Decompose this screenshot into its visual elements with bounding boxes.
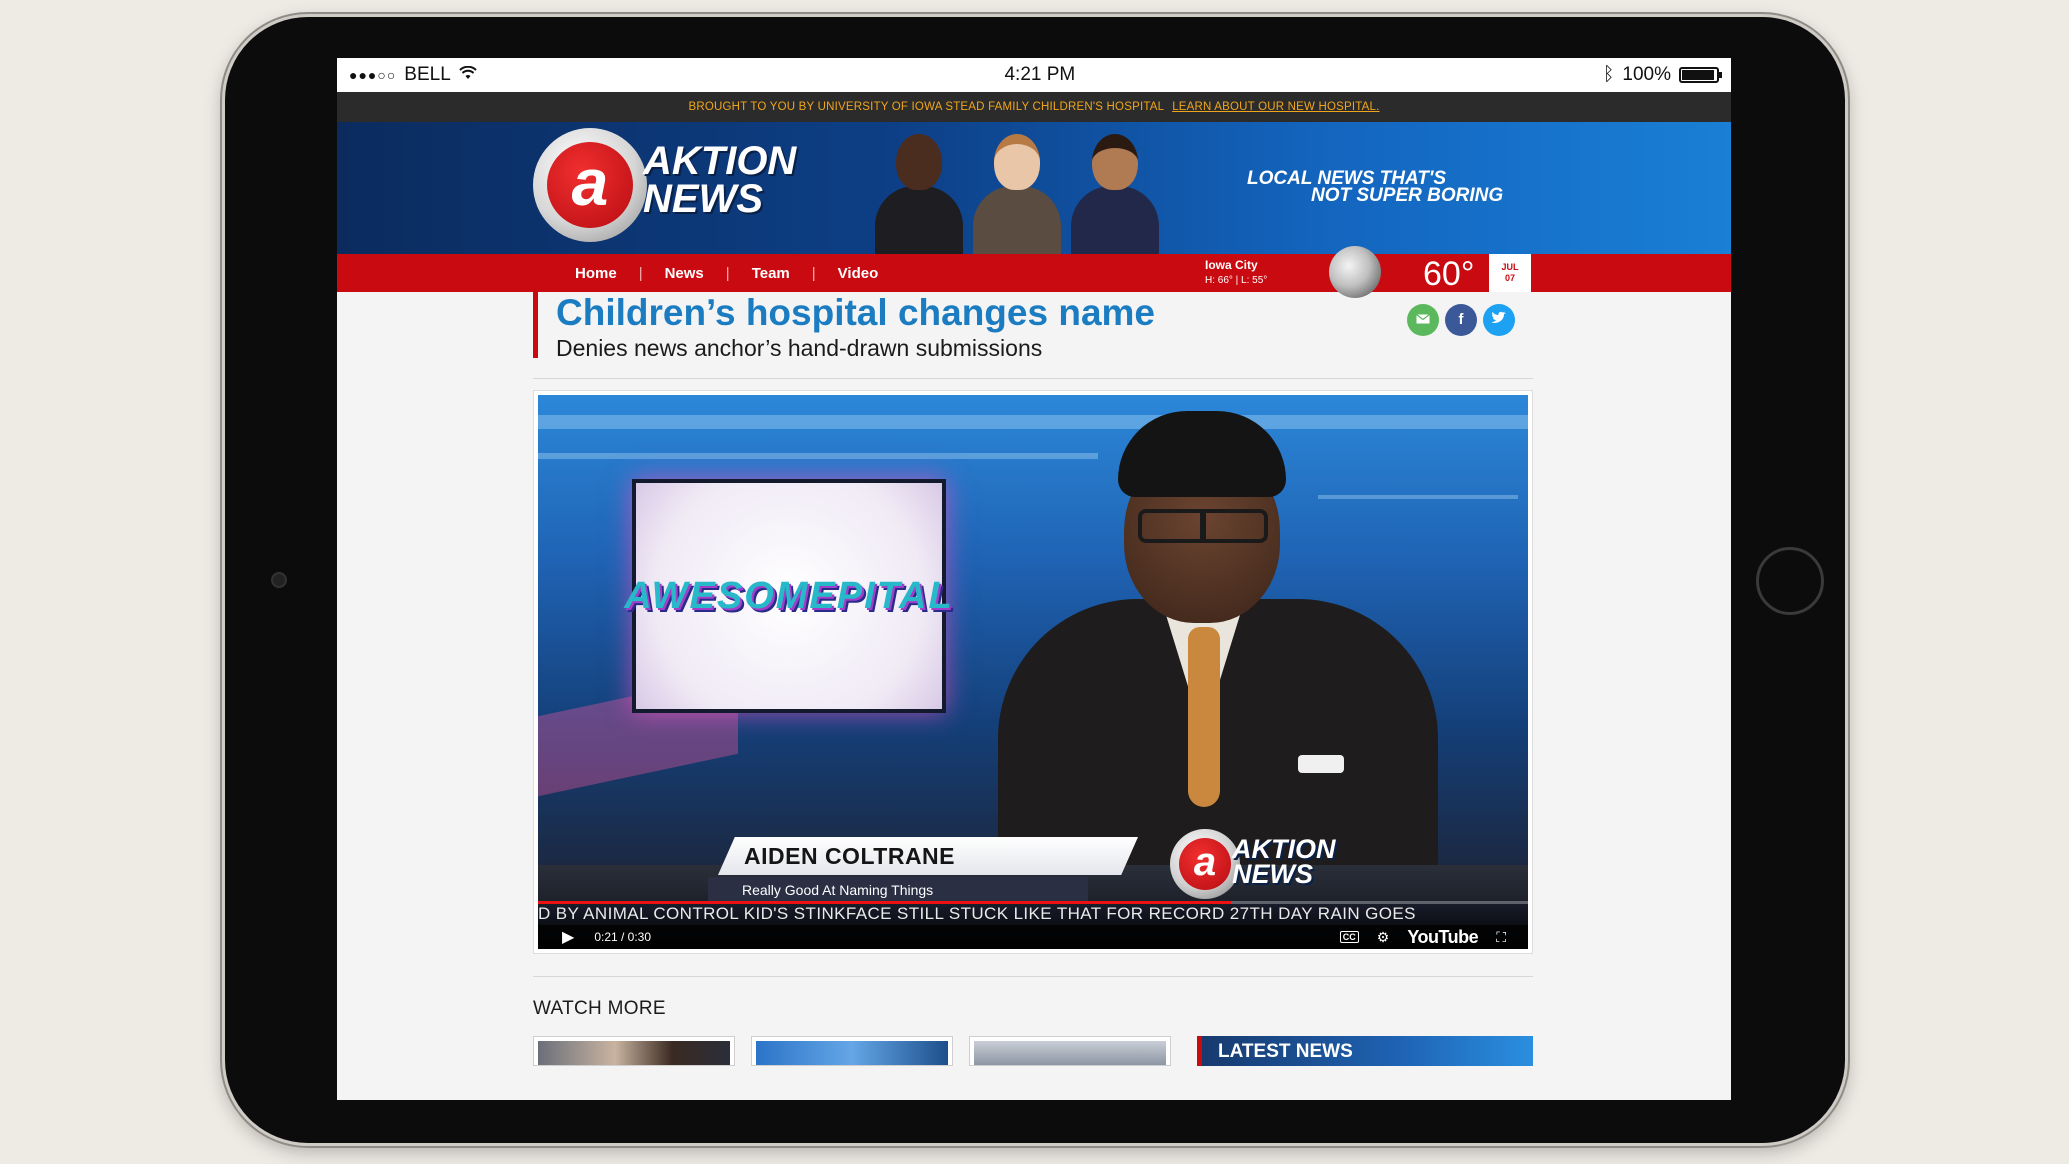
watch-more-heading: WATCH MORE	[533, 998, 666, 1019]
fullscreen-icon[interactable]: ⛶	[1496, 929, 1506, 946]
divider	[533, 976, 1533, 977]
share-buttons: f	[1407, 304, 1515, 336]
main-nav: Home | News | Team | Video Iowa City H: …	[337, 246, 1731, 298]
article-subhead: Denies news anchor’s hand-drawn submissi…	[556, 335, 1043, 361]
nav-item-news[interactable]: News	[643, 265, 726, 282]
logo-line-1: AKTION	[643, 139, 797, 183]
masthead: a AKTION NEWS LOCAL NEWS THAT'S NOT SUPE…	[337, 122, 1731, 254]
date-badge: JUL 07	[1489, 254, 1531, 292]
news-ticker: D BY ANIMAL CONTROL KID'S STINKFACE STIL…	[538, 903, 1528, 925]
twitter-bird-icon	[1491, 311, 1506, 323]
lower-third-name: AIDEN COLTRANE	[718, 837, 1138, 875]
date-month: JUL	[1501, 262, 1519, 272]
signal-icon: ●●●○○	[349, 67, 397, 83]
tagline-line-2: NOT SUPER BORING	[1311, 185, 1504, 206]
sponsor-link[interactable]: LEARN ABOUT OUR NEW HOSPITAL.	[1172, 101, 1379, 113]
nav-item-video[interactable]: Video	[816, 265, 901, 282]
logo-wordmark[interactable]: AKTION NEWS	[643, 139, 797, 221]
youtube-logo[interactable]: YouTube	[1407, 927, 1478, 948]
wifi-icon	[459, 64, 477, 86]
battery-icon	[1678, 67, 1722, 83]
bluetooth-icon: ᛒ	[1602, 64, 1615, 85]
weather-high-low: H: 66° | L: 55°	[1205, 275, 1268, 286]
play-button[interactable]: ▶	[562, 927, 574, 947]
anchor-portrait	[869, 128, 969, 254]
moon-icon	[1329, 246, 1381, 298]
weather-city: Iowa City	[1205, 258, 1258, 272]
video-progress-bar[interactable]	[538, 901, 1528, 904]
facebook-icon: f	[1458, 311, 1464, 328]
sponsor-text: BROUGHT TO YOU BY UNIVERSITY OF IOWA STE…	[688, 101, 1165, 113]
lower-third-wordmark: AKTION NEWS	[1232, 834, 1336, 889]
email-share-button[interactable]	[1407, 304, 1439, 336]
logo-line-2: NEWS	[643, 177, 763, 221]
nav-item-home[interactable]: Home	[553, 265, 639, 282]
captions-button[interactable]: CC	[1339, 931, 1359, 943]
headline-block: Children’s hospital changes name Denies …	[533, 292, 1155, 361]
tagline: LOCAL NEWS THAT'S NOT SUPER BORING	[1247, 169, 1504, 206]
envelope-icon	[1416, 314, 1430, 324]
twitter-share-button[interactable]	[1483, 304, 1515, 336]
carrier-label: BELL	[404, 64, 451, 85]
logo-glyph: a	[547, 142, 633, 228]
lower-third-title: Really Good At Naming Things	[708, 877, 1088, 903]
latest-news-heading[interactable]: LATEST NEWS	[1197, 1036, 1533, 1066]
settings-gear-icon[interactable]: ⚙	[1377, 929, 1390, 946]
video-thumbnail[interactable]	[969, 1036, 1171, 1066]
lower-third-logo: a	[1170, 829, 1240, 899]
article-headline: Children’s hospital changes name	[556, 292, 1155, 333]
date-day: 07	[1504, 273, 1515, 283]
site-logo[interactable]: a	[533, 128, 647, 242]
battery-percent: 100%	[1622, 64, 1671, 85]
status-bar: ●●●○○ BELL 4:21 PM ᛒ 100%	[337, 58, 1731, 92]
clock: 4:21 PM	[1004, 64, 1076, 85]
divider	[533, 378, 1533, 379]
camera-icon	[271, 572, 287, 588]
screen: ●●●○○ BELL 4:21 PM ᛒ 100% BROUGHT TO YOU…	[337, 58, 1731, 1100]
video-thumbnail[interactable]	[533, 1036, 735, 1066]
studio-monitor: AWESOMEPITAL	[624, 479, 952, 713]
anchor-team-photo	[869, 128, 1169, 254]
nav-item-team[interactable]: Team	[730, 265, 812, 282]
video-thumbnail[interactable]	[751, 1036, 953, 1066]
video-time: 0:21 / 0:30	[594, 930, 652, 944]
anchor-portrait	[967, 128, 1067, 254]
sponsor-banner: BROUGHT TO YOU BY UNIVERSITY OF IOWA STE…	[337, 92, 1731, 122]
facebook-share-button[interactable]: f	[1445, 304, 1477, 336]
anchor-portrait	[1065, 128, 1165, 254]
video-frame[interactable]: AWESOMEPITAL AIDEN COLTRANE Really Good …	[538, 395, 1528, 949]
video-controls: ▶ 0:21 / 0:30 CC ⚙ YouTube ⛶	[538, 925, 1528, 949]
weather-temp: 60°	[1423, 255, 1475, 293]
monitor-graphic-text: AWESOMEPITAL	[624, 574, 954, 617]
video-player[interactable]: AWESOMEPITAL AIDEN COLTRANE Really Good …	[533, 390, 1533, 954]
home-button[interactable]	[1756, 547, 1824, 615]
